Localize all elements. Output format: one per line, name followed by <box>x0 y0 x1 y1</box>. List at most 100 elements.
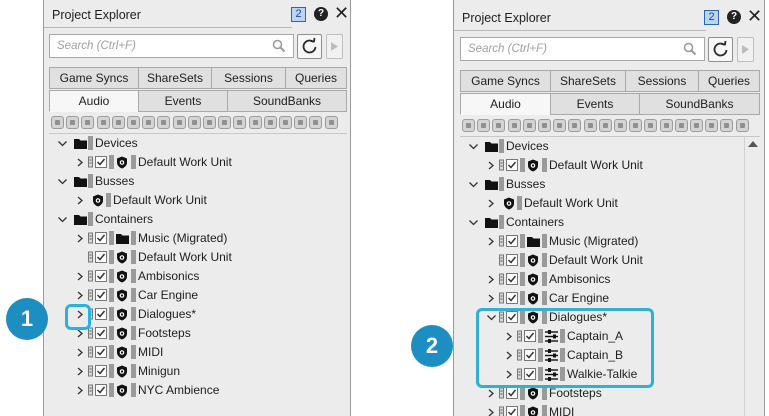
tab-soundbanks[interactable]: SoundBanks <box>639 93 760 115</box>
chevron-right-icon[interactable] <box>486 293 497 304</box>
type-filter-icon[interactable] <box>614 119 627 132</box>
checkbox-icon[interactable] <box>506 406 518 416</box>
type-filter-icon[interactable] <box>233 116 247 129</box>
checkbox-icon[interactable] <box>506 254 518 266</box>
tree-item[interactable]: Footsteps <box>49 324 347 343</box>
type-filter-icon[interactable] <box>507 119 521 132</box>
type-filter-icon[interactable] <box>127 116 140 129</box>
chevron-right-icon[interactable] <box>486 407 497 416</box>
type-filter-icon[interactable] <box>690 119 703 132</box>
tree-item[interactable]: Car Engine <box>49 286 347 305</box>
type-filter-icon[interactable] <box>111 116 125 129</box>
type-filter-icon[interactable] <box>324 116 338 129</box>
checkbox-icon[interactable] <box>95 232 107 244</box>
search-field[interactable]: Search (Ctrl+F) <box>49 34 294 58</box>
tree-item[interactable]: NYC Ambience <box>49 381 347 400</box>
type-filter-icon[interactable] <box>720 119 734 132</box>
tree-item[interactable]: Busses <box>460 175 744 194</box>
tree-item[interactable]: Busses <box>49 172 347 191</box>
type-filter-icon[interactable] <box>51 116 64 129</box>
type-filter-icon[interactable] <box>203 116 216 129</box>
chevron-right-icon[interactable] <box>75 347 86 358</box>
notification-badge[interactable]: 2 <box>704 10 719 25</box>
type-filter-icon[interactable] <box>142 116 156 129</box>
type-filter-icon[interactable] <box>492 119 506 132</box>
tree-item[interactable]: Containers <box>460 213 744 232</box>
checkbox-icon[interactable] <box>95 270 107 282</box>
chevron-right-icon[interactable] <box>75 385 86 396</box>
checkbox-icon[interactable] <box>95 289 107 301</box>
help-icon[interactable]: ? <box>727 10 741 24</box>
checkbox-icon[interactable] <box>95 327 107 339</box>
tree-item[interactable]: Devices <box>49 134 347 153</box>
lock-toggle-icon[interactable] <box>88 384 93 396</box>
tab-sessions[interactable]: Sessions <box>625 70 699 92</box>
tree-item[interactable]: Default Work Unit <box>49 191 347 210</box>
tab-soundbanks[interactable]: SoundBanks <box>227 90 347 112</box>
type-filter-icon[interactable] <box>66 116 80 129</box>
type-filter-icon[interactable] <box>187 116 201 129</box>
lock-toggle-icon[interactable] <box>88 156 93 168</box>
type-filter-icon[interactable] <box>705 119 719 132</box>
lock-toggle-icon[interactable] <box>499 387 504 399</box>
tab-sessions[interactable]: Sessions <box>211 67 286 89</box>
chevron-down-icon[interactable] <box>468 179 479 190</box>
lock-toggle-icon[interactable] <box>88 346 93 358</box>
scroll-up-icon[interactable] <box>745 137 761 151</box>
checkbox-icon[interactable] <box>506 235 518 247</box>
tab-game-syncs[interactable]: Game Syncs <box>460 70 551 92</box>
chevron-right-icon[interactable] <box>486 236 497 247</box>
tab-sharesets[interactable]: ShareSets <box>138 67 212 89</box>
chevron-right-icon[interactable] <box>75 157 86 168</box>
vertical-scrollbar[interactable] <box>744 137 761 416</box>
lock-toggle-icon[interactable] <box>88 232 93 244</box>
lock-toggle-icon[interactable] <box>499 254 504 266</box>
tab-events[interactable]: Events <box>138 90 228 112</box>
lock-toggle-icon[interactable] <box>88 365 93 377</box>
checkbox-icon[interactable] <box>506 273 518 285</box>
type-filter-icon[interactable] <box>81 116 95 129</box>
type-filter-icon[interactable] <box>477 119 491 132</box>
type-filter-icon[interactable] <box>522 119 536 132</box>
close-icon[interactable]: ✕ <box>747 6 762 27</box>
help-icon[interactable]: ? <box>314 7 328 21</box>
type-filter-icon[interactable] <box>309 116 323 129</box>
tree-item[interactable]: Default Work Unit <box>460 194 744 213</box>
lock-toggle-icon[interactable] <box>499 292 504 304</box>
tree-item[interactable]: Containers <box>49 210 347 229</box>
checkbox-icon[interactable] <box>506 159 518 171</box>
tree-item[interactable]: Ambisonics <box>49 267 347 286</box>
type-filter-icon[interactable] <box>462 119 475 132</box>
type-filter-icon[interactable] <box>598 119 612 132</box>
tree-item[interactable]: Default Work Unit <box>49 248 347 267</box>
tree-item[interactable]: MIDI <box>460 403 744 416</box>
type-filter-icon[interactable] <box>538 119 551 132</box>
type-filter-icon[interactable] <box>553 119 567 132</box>
type-filter-icon[interactable] <box>172 116 186 129</box>
chevron-right-icon[interactable] <box>75 271 86 282</box>
search-field[interactable]: Search (Ctrl+F) <box>460 37 705 61</box>
chevron-right-icon[interactable] <box>75 290 86 301</box>
chevron-right-icon[interactable] <box>75 366 86 377</box>
checkbox-icon[interactable] <box>95 346 107 358</box>
close-icon[interactable]: ✕ <box>334 3 349 24</box>
tree-item[interactable]: MIDI <box>49 343 347 362</box>
tree-item[interactable]: Default Work Unit <box>49 153 347 172</box>
chevron-down-icon[interactable] <box>468 217 479 228</box>
notification-badge[interactable]: 2 <box>291 7 306 22</box>
type-filter-icon[interactable] <box>674 119 688 132</box>
type-filter-icon[interactable] <box>568 119 582 132</box>
lock-toggle-icon[interactable] <box>499 273 504 285</box>
type-filter-icon[interactable] <box>294 116 308 129</box>
lock-toggle-icon[interactable] <box>499 159 504 171</box>
checkbox-icon[interactable] <box>95 251 107 263</box>
type-filter-icon[interactable] <box>583 119 597 132</box>
tab-events[interactable]: Events <box>550 93 640 115</box>
type-filter-icon[interactable] <box>263 116 277 129</box>
tab-audio[interactable]: Audio <box>460 93 551 115</box>
type-filter-icon[interactable] <box>96 116 110 129</box>
chevron-right-icon[interactable] <box>486 160 497 171</box>
type-filter-icon[interactable] <box>279 116 292 129</box>
chevron-down-icon[interactable] <box>57 214 68 225</box>
type-filter-icon[interactable] <box>218 116 232 129</box>
